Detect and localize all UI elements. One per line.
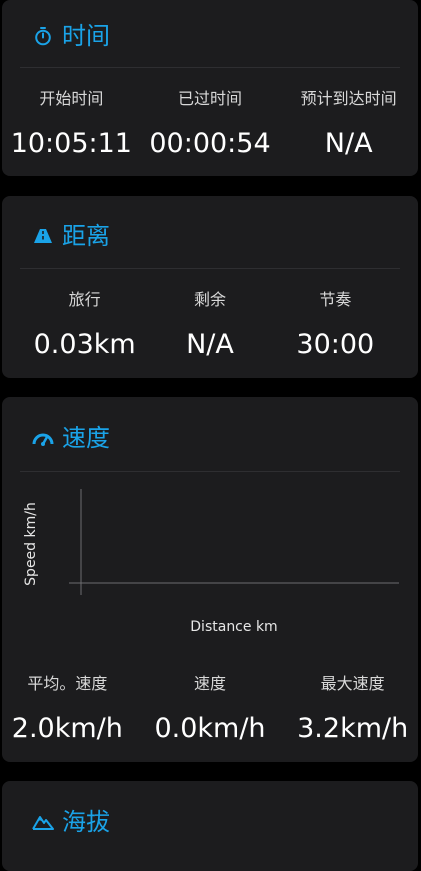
distance-card-header: 距离 bbox=[32, 220, 110, 252]
speed-card: 速度 Speed km/h Distance km 平均。速度 2.0km/h … bbox=[2, 397, 418, 762]
stat-label: 已过时间 bbox=[178, 89, 243, 108]
altitude-card-header: 海拔 bbox=[32, 806, 110, 838]
speed-card-title: 速度 bbox=[62, 424, 110, 452]
road-icon bbox=[32, 225, 54, 247]
stat-value: N/A bbox=[186, 329, 234, 360]
stat-label: 平均。速度 bbox=[27, 674, 108, 693]
speed-card-divider bbox=[20, 471, 400, 472]
time-card-divider bbox=[20, 67, 400, 68]
stat-eta: 预计到达时间 N/A bbox=[279, 88, 418, 162]
stat-current-speed: 速度 0.0km/h bbox=[139, 673, 282, 747]
stat-value: 3.2km/h bbox=[297, 713, 409, 744]
distance-card-title: 距离 bbox=[62, 222, 110, 250]
stat-value: 30:00 bbox=[296, 329, 375, 360]
mountain-icon bbox=[32, 811, 54, 833]
stat-value: 0.0km/h bbox=[154, 713, 266, 744]
time-card-header: 时间 bbox=[32, 20, 110, 52]
stat-label: 开始时间 bbox=[39, 89, 104, 108]
chart-x-label: Distance km bbox=[190, 619, 277, 635]
time-stats: 开始时间 10:05:11 已过时间 00:00:54 预计到达时间 N/A bbox=[2, 88, 418, 162]
stat-label: 速度 bbox=[194, 674, 227, 693]
stat-start-time: 开始时间 10:05:11 bbox=[2, 88, 141, 162]
speed-chart: Speed km/h Distance km bbox=[23, 489, 399, 635]
stat-traveled: 旅行 0.03km bbox=[22, 289, 147, 363]
altitude-card-title: 海拔 bbox=[62, 808, 110, 836]
stat-label: 剩余 bbox=[193, 290, 226, 309]
stat-label: 节奏 bbox=[319, 290, 352, 309]
chart-y-label: Speed km/h bbox=[23, 502, 39, 586]
stat-max-speed: 最大速度 3.2km/h bbox=[281, 673, 421, 747]
stat-avg-speed: 平均。速度 2.0km/h bbox=[0, 673, 139, 747]
stat-label: 旅行 bbox=[68, 290, 101, 309]
distance-card-divider bbox=[20, 268, 400, 269]
stat-value: 10:05:11 bbox=[10, 128, 132, 159]
stopwatch-icon bbox=[32, 25, 54, 47]
speed-card-header: 速度 bbox=[32, 422, 110, 454]
stat-elapsed-time: 已过时间 00:00:54 bbox=[141, 88, 280, 162]
stat-label: 预计到达时间 bbox=[300, 89, 397, 108]
distance-card: 距离 旅行 0.03km 剩余 N/A 节奏 30:00 bbox=[2, 196, 418, 378]
stat-remaining: 剩余 N/A bbox=[147, 289, 272, 363]
speedometer-icon bbox=[32, 427, 54, 449]
stat-value: 00:00:54 bbox=[149, 128, 271, 159]
stat-value: 0.03km bbox=[33, 329, 136, 360]
stat-value: N/A bbox=[324, 128, 373, 159]
stat-label: 最大速度 bbox=[320, 674, 385, 693]
altitude-card: 海拔 bbox=[2, 781, 418, 871]
stat-value: 2.0km/h bbox=[11, 713, 123, 744]
speed-stats: 平均。速度 2.0km/h 速度 0.0km/h 最大速度 3.2km/h bbox=[0, 673, 421, 747]
stat-pace: 节奏 30:00 bbox=[273, 289, 398, 363]
time-card: 时间 开始时间 10:05:11 已过时间 00:00:54 预计到达时间 N/… bbox=[2, 0, 418, 176]
time-card-title: 时间 bbox=[62, 22, 110, 50]
distance-stats: 旅行 0.03km 剩余 N/A 节奏 30:00 bbox=[22, 289, 398, 363]
